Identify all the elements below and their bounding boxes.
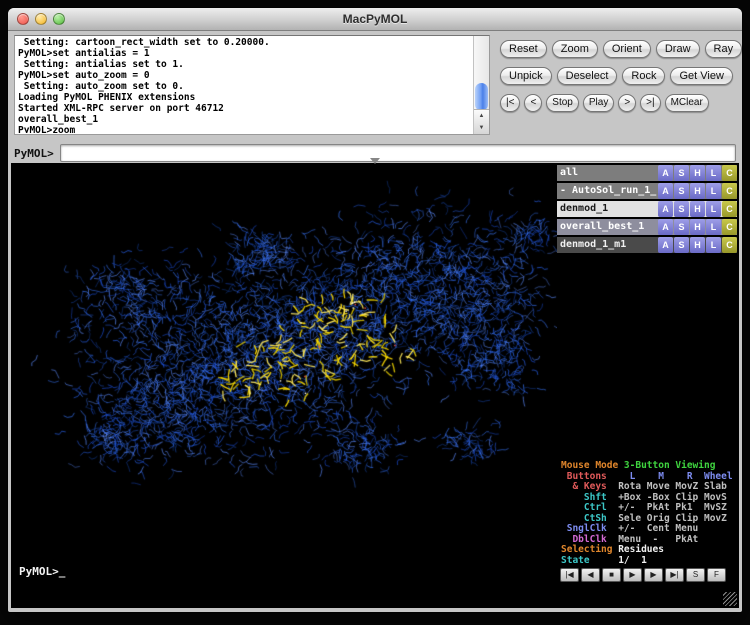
object-row-denmod-1-m1: denmod_1_m1 A S H L C (557, 237, 737, 253)
show-button[interactable]: S (674, 183, 689, 199)
command-prompt-label: PyMOL> (14, 147, 54, 160)
action-button[interactable]: A (658, 219, 673, 235)
object-name[interactable]: overall_best_1 (557, 219, 657, 235)
mouse-legend: Mouse Mode 3-Button Viewing Buttons L M … (557, 461, 739, 566)
ray-button[interactable]: Ray (705, 40, 743, 58)
end-button[interactable]: >| (640, 94, 660, 112)
object-name[interactable]: denmod_1 (557, 201, 657, 217)
vcr-controls: |◀ ◀ ■ ▶ ▶ ▶| S F (557, 566, 739, 582)
label-button[interactable]: L (706, 183, 721, 199)
play-button[interactable]: Play (583, 94, 614, 112)
action-button[interactable]: A (658, 183, 673, 199)
title-bar[interactable]: MacPyMOL (8, 8, 742, 31)
getview-button[interactable]: Get View (670, 67, 732, 85)
mclear-button[interactable]: MClear (665, 94, 709, 112)
color-button[interactable]: C (722, 165, 737, 181)
forward-button[interactable]: > (618, 94, 636, 112)
scroll-up-button[interactable]: ▲ (474, 110, 489, 122)
object-row-overall-best-1: overall_best_1 A S H L C (557, 219, 737, 235)
vcr-stop-button[interactable]: ■ (602, 568, 621, 582)
minimize-button[interactable] (35, 13, 47, 25)
vcr-end-button[interactable]: ▶| (665, 568, 684, 582)
action-button[interactable]: A (658, 237, 673, 253)
reset-button[interactable]: Reset (500, 40, 547, 58)
vcr-rewind-button[interactable]: |◀ (560, 568, 579, 582)
console-line: overall_best_1 (18, 114, 472, 125)
stop-button[interactable]: Stop (546, 94, 579, 112)
show-button[interactable]: S (674, 237, 689, 253)
vcr-forward-button[interactable]: ▶ (644, 568, 663, 582)
label-button[interactable]: L (706, 237, 721, 253)
color-button[interactable]: C (722, 219, 737, 235)
viewport-prompt: PyMOL>_ (19, 565, 65, 578)
console-text: Setting: cartoon_rect_width set to 0.200… (18, 37, 472, 133)
console-line: Setting: auto_zoom set to 0. (18, 81, 472, 92)
draw-button[interactable]: Draw (656, 40, 700, 58)
state-indicator[interactable]: State 1/ 1 (561, 556, 739, 567)
color-button[interactable]: C (722, 183, 737, 199)
toolbar: Reset Zoom Orient Draw Ray Unpick Desele… (500, 35, 736, 135)
fullscreen-button[interactable]: F (707, 568, 726, 582)
color-button[interactable]: C (722, 237, 737, 253)
console-line: Setting: cartoon_rect_width set to 0.200… (18, 37, 472, 48)
object-panel: all A S H L C - AutoSol_run_1_ A S H L C (557, 163, 739, 608)
maximize-button[interactable] (53, 13, 65, 25)
window-title: MacPyMOL (8, 8, 742, 30)
object-name[interactable]: denmod_1_m1 (557, 237, 657, 253)
viewport-area: all A S H L C - AutoSol_run_1_ A S H L C (11, 163, 739, 608)
zoom-button[interactable]: Zoom (552, 40, 598, 58)
back-button[interactable]: < (524, 94, 542, 112)
label-button[interactable]: L (706, 165, 721, 181)
macpymol-window: MacPyMOL Setting: cartoon_rect_width set… (8, 8, 742, 612)
rock-button[interactable]: Rock (622, 67, 665, 85)
deselect-button[interactable]: Deselect (557, 67, 618, 85)
hide-button[interactable]: H (690, 183, 705, 199)
show-button[interactable]: S (674, 201, 689, 217)
close-button[interactable] (17, 13, 29, 25)
scroll-down-button[interactable]: ▼ (474, 122, 489, 134)
scrollbar-thumb[interactable] (475, 83, 488, 111)
object-name[interactable]: - AutoSol_run_1_ (557, 183, 657, 199)
console-line: PyMOL>set antialias = 1 (18, 48, 472, 59)
hide-button[interactable]: H (690, 219, 705, 235)
console-line: Started XML-RPC server on port 46712 (18, 103, 472, 114)
console-scrollbar[interactable]: ▲ ▼ (473, 36, 489, 134)
rewind-button[interactable]: |< (500, 94, 520, 112)
object-row-autosol-run-1: - AutoSol_run_1_ A S H L C (557, 183, 737, 199)
console-line: Setting: antialias set to 1. (18, 59, 472, 70)
molecule-viewport[interactable] (11, 163, 557, 608)
show-button[interactable]: S (674, 165, 689, 181)
console-line: Loading PyMOL PHENIX extensions (18, 92, 472, 103)
object-row-denmod-1: denmod_1 A S H L C (557, 201, 737, 217)
resize-grip[interactable] (723, 592, 737, 606)
show-button[interactable]: S (674, 219, 689, 235)
color-button[interactable]: C (722, 201, 737, 217)
label-button[interactable]: L (706, 219, 721, 235)
hide-button[interactable]: H (690, 237, 705, 253)
window-content: Setting: cartoon_rect_width set to 0.200… (8, 31, 742, 612)
splitter-handle[interactable] (370, 158, 380, 164)
hide-button[interactable]: H (690, 165, 705, 181)
command-input[interactable] (60, 144, 736, 162)
action-button[interactable]: A (658, 165, 673, 181)
vcr-back-button[interactable]: ◀ (581, 568, 600, 582)
orient-button[interactable]: Orient (603, 40, 651, 58)
hide-button[interactable]: H (690, 201, 705, 217)
object-name[interactable]: all (557, 165, 657, 181)
seq-toggle-button[interactable]: S (686, 568, 705, 582)
action-button[interactable]: A (658, 201, 673, 217)
vcr-play-button[interactable]: ▶ (623, 568, 642, 582)
unpick-button[interactable]: Unpick (500, 67, 552, 85)
console-log: Setting: cartoon_rect_width set to 0.200… (14, 35, 490, 135)
object-row-all: all A S H L C (557, 165, 737, 181)
console-line: PyMOL>zoom (18, 125, 472, 133)
label-button[interactable]: L (706, 201, 721, 217)
console-line: PyMOL>set auto_zoom = 0 (18, 70, 472, 81)
